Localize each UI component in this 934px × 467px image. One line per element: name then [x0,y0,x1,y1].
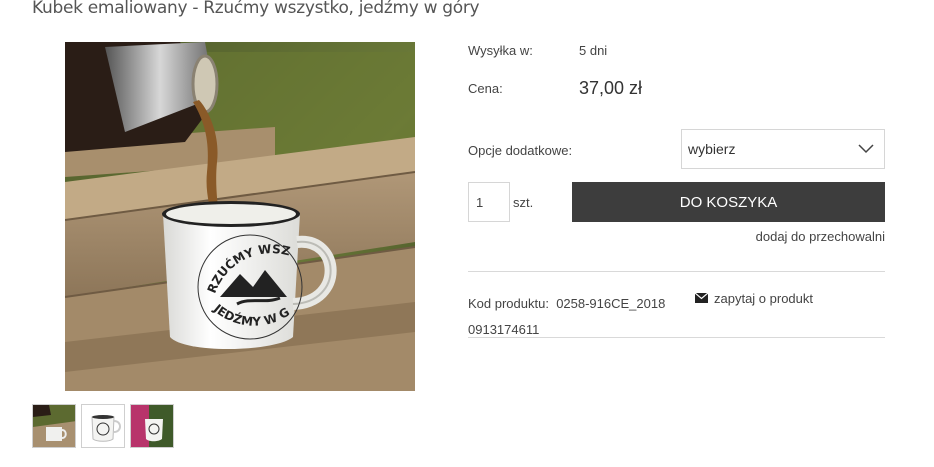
product-title: Kubek emaliowany - Rzućmy wszystko, jedź… [32,0,480,18]
chevron-down-icon [858,141,874,157]
options-select[interactable]: wybierz [681,129,885,169]
quantity-unit: szt. [513,195,534,210]
ask-about-product-link[interactable]: zapytaj o produkt [694,291,814,306]
envelope-icon [694,291,709,306]
options-selected-value: wybierz [688,141,736,157]
quantity-input[interactable] [468,182,510,222]
thumbnail-2[interactable] [81,404,125,448]
thumbnail-3[interactable] [130,404,174,448]
ask-about-product-label: zapytaj o produkt [714,291,814,306]
add-to-cart-button[interactable]: DO KOSZYKA [572,182,885,222]
product-code: Kod produktu: 0258-916CE_20180913174611 [468,291,668,343]
thumbnail-gallery [32,404,174,448]
add-to-storage-link[interactable]: dodaj do przechowalni [756,229,885,244]
price-label: Cena: [468,81,503,96]
divider-bottom [468,337,885,338]
product-main-image[interactable]: RZUĆMY WSZYSTKO JEDŹMY W GÓRY [65,42,415,391]
shipping-label: Wysyłka w: [468,43,533,58]
product-code-label: Kod produktu: [468,296,549,311]
options-label: Opcje dodatkowe: [468,143,573,158]
thumbnail-1[interactable] [32,404,76,448]
divider-top [468,271,885,272]
shipping-value: 5 dni [579,43,608,58]
price-value: 37,00 zł [579,78,643,98]
